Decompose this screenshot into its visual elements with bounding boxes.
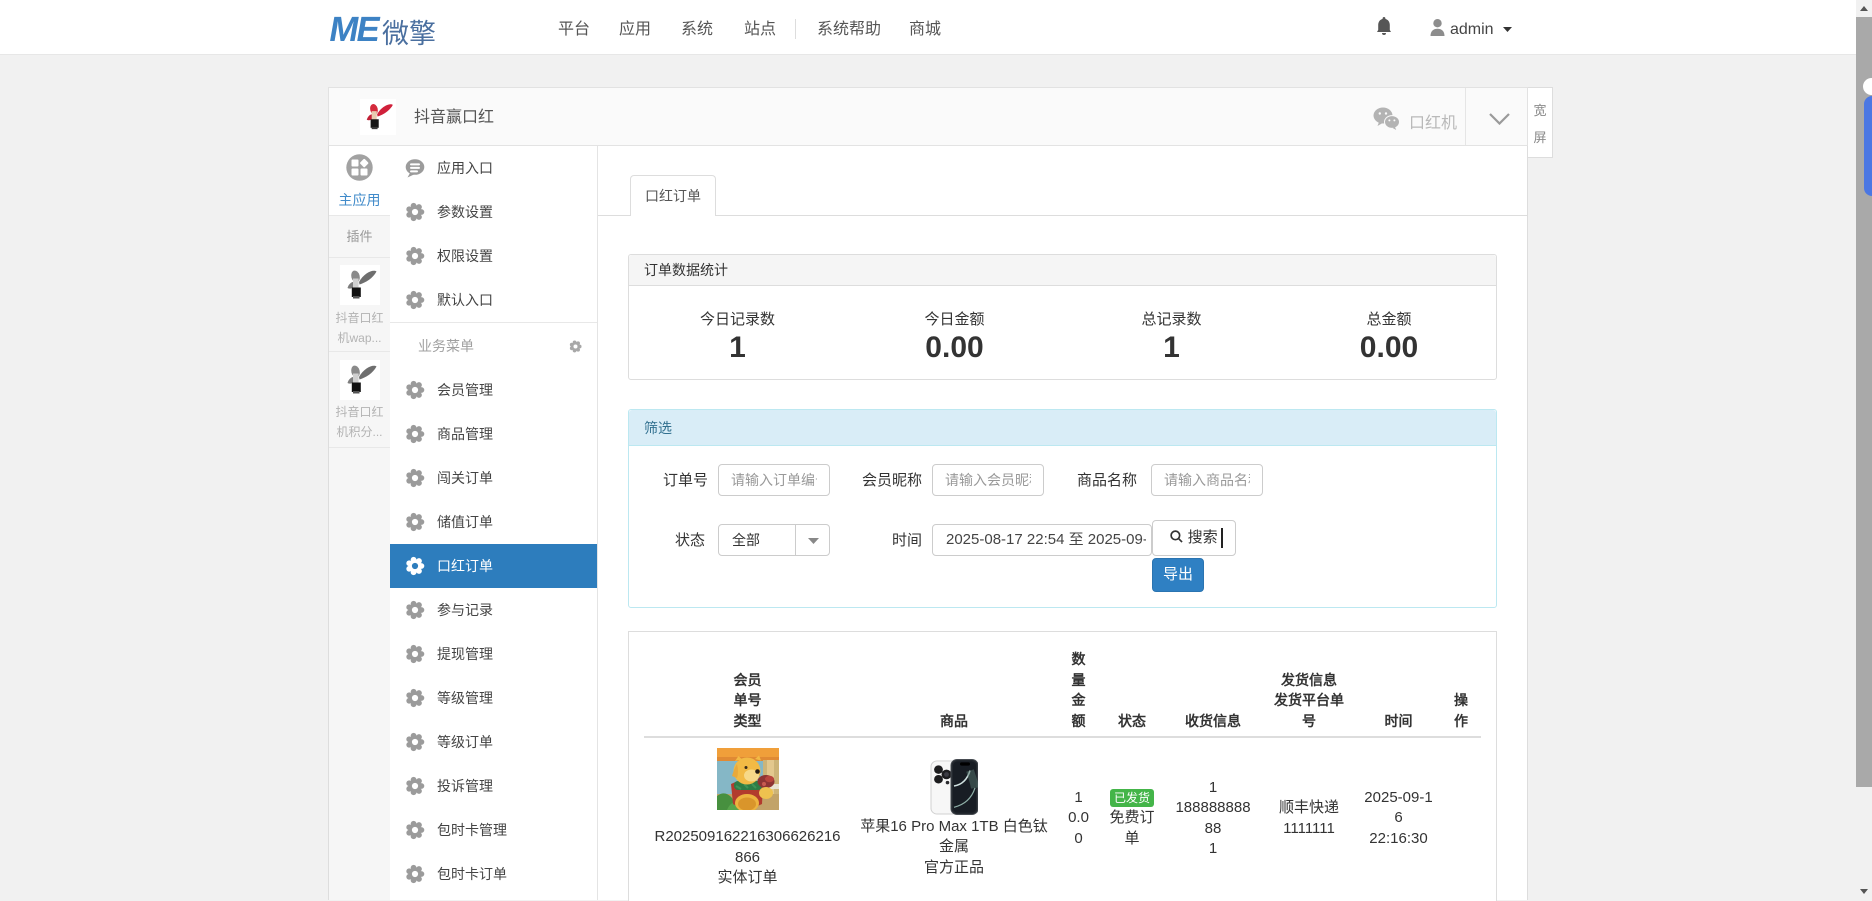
svg-text:ME: ME	[327, 11, 383, 47]
svg-text:微擎: 微擎	[382, 19, 436, 47]
